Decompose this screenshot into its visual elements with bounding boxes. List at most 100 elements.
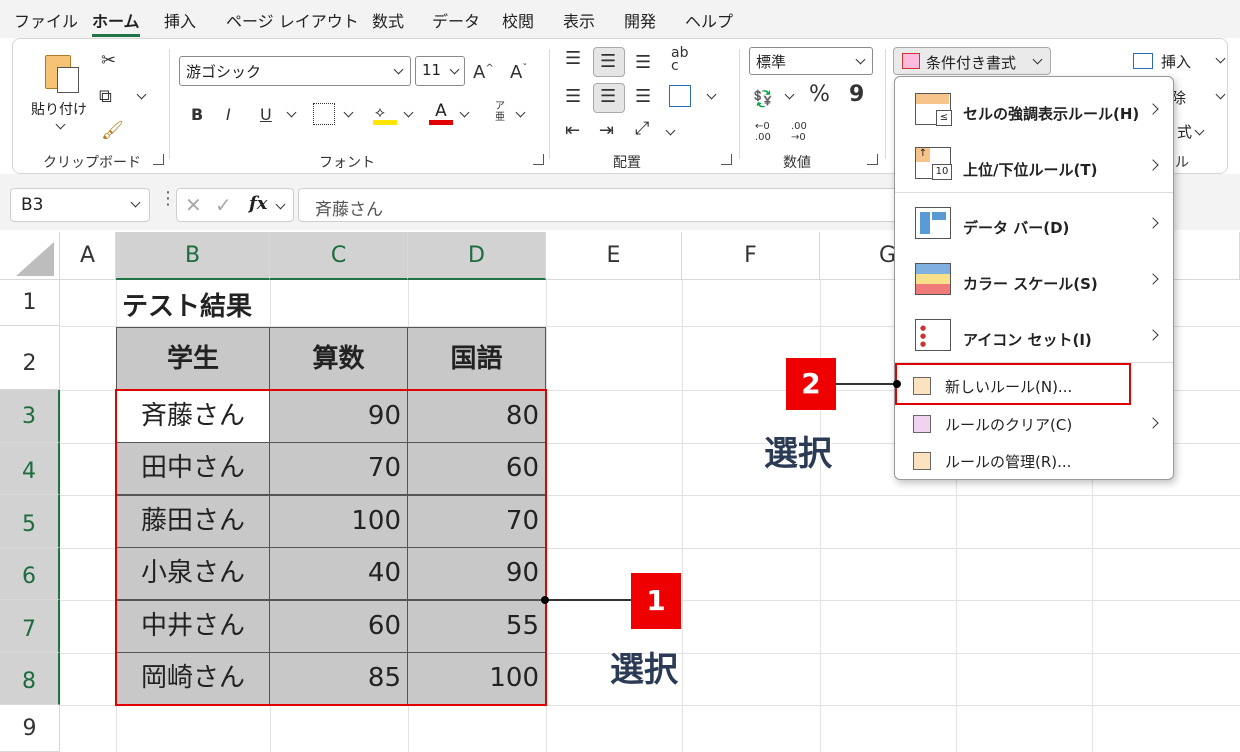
number-launcher-icon[interactable] [867, 154, 878, 165]
row-header-1[interactable]: 1 [0, 280, 60, 326]
decrease-indent-icon[interactable]: ⇤ [565, 121, 580, 141]
font-launcher-icon[interactable] [533, 154, 544, 165]
menu-color-scales[interactable]: カラー スケール(S) [895, 251, 1173, 307]
paste-icon[interactable] [41, 51, 81, 95]
alignment-group-label: 配置 [613, 155, 641, 171]
row-header-3[interactable]: 3 [0, 390, 60, 443]
column-header-f[interactable]: F [682, 232, 820, 280]
selection-highlight [115, 389, 547, 706]
phonetic-icon[interactable]: ア亜 [491, 101, 509, 123]
menu-insert[interactable]: 挿入 [164, 8, 196, 32]
comma-style-icon[interactable]: 9 [849, 84, 864, 106]
more-icon[interactable]: ⋮ [159, 188, 177, 209]
header-math[interactable]: 算数 [269, 327, 408, 390]
select-all-corner[interactable] [0, 232, 60, 280]
border-dropdown-icon[interactable] [343, 107, 354, 118]
header-japanese[interactable]: 国語 [407, 327, 546, 390]
align-right-icon[interactable]: ☰ [635, 87, 651, 107]
fill-dropdown-icon[interactable] [403, 107, 414, 118]
format-painter-icon[interactable]: 🖌 [101, 121, 124, 141]
font-color-icon[interactable]: A [429, 101, 453, 125]
shrink-font-icon[interactable]: Aˇ [510, 59, 527, 83]
insert-cells-icon[interactable] [1133, 53, 1153, 69]
menu-review[interactable]: 校閲 [502, 8, 534, 32]
phonetic-dropdown-icon[interactable] [515, 107, 526, 118]
insert-cells-label[interactable]: 挿入 [1161, 51, 1191, 72]
delete-dropdown-icon[interactable] [1215, 89, 1226, 100]
column-header-c[interactable]: C [270, 232, 408, 280]
align-left-icon[interactable]: ☰ [565, 87, 581, 107]
font-color-dropdown-icon[interactable] [459, 107, 470, 118]
row-header-4[interactable]: 4 [0, 443, 60, 495]
menu-data-bars[interactable]: データ バー(D) [895, 195, 1173, 251]
paste-dropdown-icon[interactable] [55, 119, 66, 130]
function-dropdown-icon[interactable] [275, 199, 286, 210]
underline-button[interactable]: U [260, 105, 272, 125]
menu-icon-sets[interactable]: ● ● ● アイコン セット(I) [895, 307, 1173, 363]
column-header-e[interactable]: E [546, 232, 682, 280]
insert-function-icon[interactable]: fx [249, 193, 267, 214]
cancel-icon[interactable]: ✕ [185, 193, 202, 217]
grow-font-icon[interactable]: A^ [473, 59, 494, 83]
conditional-formatting-button[interactable]: 条件付き書式 [893, 47, 1051, 75]
menu-developer[interactable]: 開発 [624, 8, 656, 32]
number-format-select[interactable]: 標準 [749, 47, 873, 75]
column-header-a[interactable]: A [60, 232, 116, 280]
increase-decimal-icon[interactable]: ←0 .00 [755, 121, 771, 143]
menu-help[interactable]: ヘルプ [685, 8, 733, 32]
font-name-select[interactable]: 游ゴシック [179, 56, 411, 86]
menu-top-bottom-rules[interactable]: ↑ 10 上位/下位ルール(T) [895, 137, 1173, 193]
border-icon[interactable] [313, 103, 335, 125]
paste-label[interactable]: 貼り付け [31, 99, 87, 119]
menu-home[interactable]: ホーム [92, 8, 140, 37]
alignment-launcher-icon[interactable] [721, 154, 732, 165]
row-header-9[interactable]: 9 [0, 705, 60, 752]
menu-highlight-cells-rules[interactable]: ≤ セルの強調表示ルール(H) [895, 81, 1173, 137]
accounting-format-icon[interactable]: 💱 [753, 89, 773, 109]
accounting-dropdown-icon[interactable] [784, 89, 795, 100]
row-header-5[interactable]: 5 [0, 495, 60, 548]
align-top-icon[interactable]: ☰ [565, 49, 581, 69]
header-student[interactable]: 学生 [116, 327, 270, 390]
menu-file[interactable]: ファイル [14, 8, 78, 32]
menu-bar: ファイル ホーム 挿入 ページ レイアウト 数式 データ 校閲 表示 開発 ヘル… [0, 0, 1240, 38]
merge-center-icon[interactable] [669, 85, 691, 107]
row-header-8[interactable]: 8 [0, 653, 60, 705]
name-box[interactable]: B3 [10, 188, 150, 222]
insert-dropdown-icon[interactable] [1215, 53, 1226, 64]
menu-data[interactable]: データ [432, 8, 480, 32]
column-header-d[interactable]: D [408, 232, 546, 280]
format-cells-label[interactable]: 式 [1177, 121, 1205, 142]
orientation-icon[interactable]: ab c [671, 46, 688, 73]
align-bottom-icon[interactable]: ☰ [635, 53, 651, 73]
menu-manage-rules[interactable]: ルールの管理(R)... [895, 443, 1173, 479]
sheet-title[interactable]: テスト結果 [122, 286, 252, 323]
text-direction-dropdown-icon[interactable] [665, 125, 676, 136]
menu-view[interactable]: 表示 [563, 8, 595, 32]
merge-dropdown-icon[interactable] [706, 89, 717, 100]
menu-page-layout[interactable]: ページ レイアウト [226, 8, 359, 32]
enter-icon[interactable]: ✓ [215, 193, 232, 217]
increase-indent-icon[interactable]: ⇥ [599, 121, 614, 141]
menu-formulas[interactable]: 数式 [372, 8, 404, 32]
row-header-7[interactable]: 7 [0, 600, 60, 653]
text-direction-icon[interactable]: ⤢ [635, 119, 649, 139]
clipboard-group-label: クリップボード [43, 155, 141, 171]
cut-icon[interactable]: ✂ [101, 51, 116, 71]
font-size-select[interactable]: 11 [415, 56, 465, 86]
fill-color-icon[interactable]: ⟡ [373, 103, 397, 125]
new-rule-highlight [895, 363, 1131, 405]
row-header-6[interactable]: 6 [0, 548, 60, 600]
formula-input[interactable]: 斉藤さん [298, 188, 898, 222]
menu-clear-rules[interactable]: ルールのクリア(C) [895, 405, 1173, 443]
decrease-decimal-icon[interactable]: .00 →0 [791, 121, 807, 143]
copy-dropdown-icon[interactable] [136, 89, 147, 100]
row-header-2[interactable]: 2 [0, 326, 60, 390]
percent-icon[interactable]: % [809, 84, 830, 106]
column-header-b[interactable]: B [116, 232, 270, 280]
italic-button[interactable]: I [226, 105, 231, 125]
clipboard-launcher-icon[interactable] [153, 154, 164, 165]
copy-icon[interactable]: ⧉ [99, 87, 112, 107]
underline-dropdown-icon[interactable] [286, 107, 297, 118]
bold-button[interactable]: B [191, 105, 203, 125]
